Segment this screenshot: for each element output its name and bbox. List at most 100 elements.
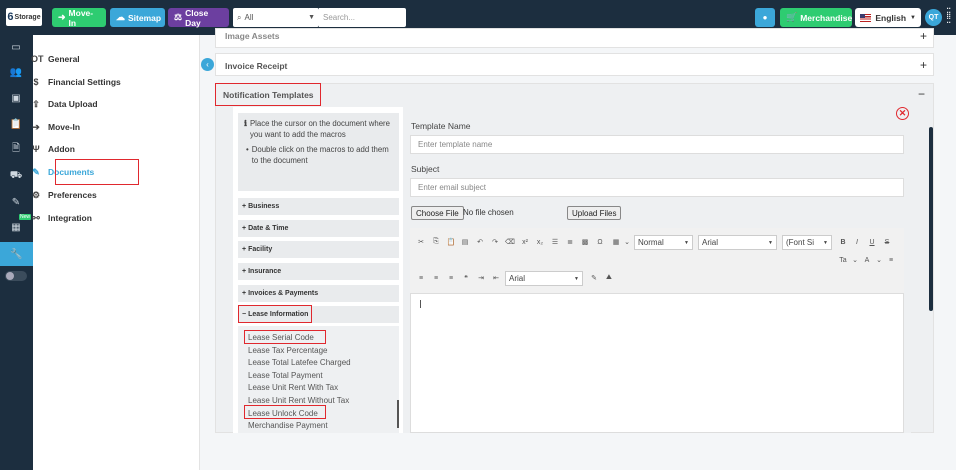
subject-input[interactable]: Enter email subject [410,178,904,197]
menu-item-integration[interactable]: ⚯ Integration [31,211,92,225]
redo-icon[interactable]: ↷ [490,237,500,247]
clipboard-icon[interactable]: 📋 [6,115,26,133]
outdent-icon[interactable]: ⇤ [491,273,501,283]
move-in-button[interactable]: ➜ Move-In [52,7,106,28]
plus-icon[interactable]: + [920,58,927,72]
close-icon[interactable]: ✕ [896,107,909,120]
page-scrollbar[interactable] [929,127,933,311]
menu-item-move-in[interactable]: ➔ Move-In [31,120,80,134]
sitemap-icon: ☁ [116,12,125,22]
macros-scrollbar[interactable] [397,400,399,428]
remove-format-icon[interactable]: ⌫ [505,237,515,247]
upload-files-label: Upload Files [572,208,617,218]
panel-invoice-receipt[interactable]: Invoice Receipt + [215,53,934,76]
background-color-icon[interactable]: A [862,255,872,265]
no-file-text: No file chosen [463,208,514,217]
strikethrough-icon[interactable]: S [882,237,892,247]
image-icon[interactable]: ▩ [580,237,590,247]
file-icon[interactable]: 🗎 [6,140,26,158]
text-color-icon[interactable]: Ta [838,255,848,265]
chevron-down-icon[interactable]: ⌄ [850,255,860,265]
documents-highlight [55,159,139,185]
panel-title: Image Assets [225,31,280,41]
dollar-icon: $ [33,76,39,87]
chevron-down-icon[interactable]: ⌄ [874,255,884,265]
macro-item[interactable]: Lease Unit Rent Without Tax [248,396,349,405]
apps-grid-icon[interactable]: ⁚⁚ ⁚⁚ ⁚⁚ [946,8,954,26]
undo-icon[interactable]: ↶ [475,237,485,247]
font-select[interactable]: Arial ▼ [698,235,777,250]
table-icon[interactable]: ▦ [611,237,621,247]
font-select-secondary[interactable]: Arial ▼ [505,271,583,286]
user-avatar[interactable]: QT [925,9,942,26]
bold-icon[interactable]: B [838,237,848,247]
choose-file-button[interactable]: Choose File [411,206,464,220]
align-left-icon[interactable]: ≡ [416,273,426,283]
format-value: Normal [638,238,664,247]
paste-icon[interactable]: 📋 [446,237,456,247]
macro-group-business[interactable]: + Business [238,198,399,215]
font-size-select[interactable]: (Font Si ▼ [782,235,832,250]
numbered-list-icon[interactable]: ☰ [550,237,560,247]
theme-toggle[interactable] [5,271,27,281]
truck-icon[interactable]: ⛟ [6,167,26,185]
macro-group-facility[interactable]: + Facility [238,241,399,258]
dashboard-icon[interactable]: ▭ [6,38,26,56]
merchandise-button[interactable]: 🛒 Merchandise [780,8,852,27]
menu-item-general[interactable]: OT General [31,52,80,66]
superscript-icon[interactable]: x² [520,237,530,247]
subject-placeholder: Enter email subject [418,183,487,192]
sitemap-button[interactable]: ☁ Sitemap [110,8,165,27]
language-select[interactable]: English ▼ [855,8,921,27]
macro-group-insurance[interactable]: + Insurance [238,263,399,280]
template-name-input[interactable]: Enter template name [410,135,904,154]
macro-item[interactable]: Lease Tax Percentage [248,346,327,355]
macro-group-invoices-payments[interactable]: + Invoices & Payments [238,285,399,302]
menu-item-data-upload[interactable]: ⇪ Data Upload [31,97,97,111]
picture-icon[interactable]: ⛰ [604,273,614,283]
macro-group-date-time[interactable]: + Date & Time [238,220,399,237]
upload-files-button[interactable]: Upload Files [567,206,622,220]
italic-icon[interactable]: I [852,237,862,247]
copy-icon[interactable]: ⎘ [431,237,441,247]
menu-item-addon[interactable]: Ψ Addon [31,142,75,156]
pencil-icon[interactable]: ✎ [589,273,599,283]
minus-icon[interactable]: − [918,87,925,101]
panel-image-assets[interactable]: Image Assets + [215,28,934,48]
close-day-button[interactable]: ⚖ Close Day [168,8,229,28]
printer-icon[interactable]: ▣ [6,89,26,107]
plus-icon[interactable]: + [920,29,927,43]
macro-item[interactable]: Lease Unit Rent With Tax [248,383,338,392]
align-right-icon[interactable]: ≡ [446,273,456,283]
paste-text-icon[interactable]: ▤ [460,237,470,247]
wrench-icon[interactable]: 🔧 [0,242,33,266]
notification-button[interactable]: ● [755,8,775,27]
app-logo[interactable]: 6 Storage [6,8,42,26]
bullet-list-icon[interactable]: ≣ [565,237,575,247]
indent-icon[interactable]: ⇥ [476,273,486,283]
blockquote-icon[interactable]: ❝ [461,273,471,283]
macro-item[interactable]: Lease Total Payment [248,371,323,380]
check-edit-icon[interactable]: ✎ [6,193,26,211]
search-input[interactable]: Search... [319,8,406,27]
chevron-down-icon[interactable]: ⌄ [622,237,632,247]
move-in-label: Move-In [68,7,94,28]
subscript-icon[interactable]: x₂ [535,237,545,247]
chevron-left-icon[interactable]: ‹ [201,58,214,71]
plus-icon: + [242,203,247,210]
align-justify-icon[interactable]: ≡ [886,255,896,265]
macro-item[interactable]: Lease Total Latefee Charged [248,358,351,367]
calculator-icon[interactable]: ▦ [6,218,26,236]
menu-item-preferences[interactable]: ⚙ Preferences [31,188,97,202]
caret-down-icon: ▼ [684,239,689,246]
format-select[interactable]: Normal ▼ [634,235,693,250]
search-filter-select[interactable]: ⌕ All ▼ [233,8,319,27]
cut-icon[interactable]: ✂ [416,237,426,247]
underline-icon[interactable]: U [867,237,877,247]
align-center-icon[interactable]: ≡ [431,273,441,283]
menu-item-financial-settings[interactable]: $ Financial Settings [31,75,120,89]
move-in-icon: ➔ [32,121,40,132]
users-icon[interactable]: 👥 [6,63,26,81]
macro-item[interactable]: Merchandise Payment [248,421,328,430]
special-char-icon[interactable]: Ω [595,237,605,247]
